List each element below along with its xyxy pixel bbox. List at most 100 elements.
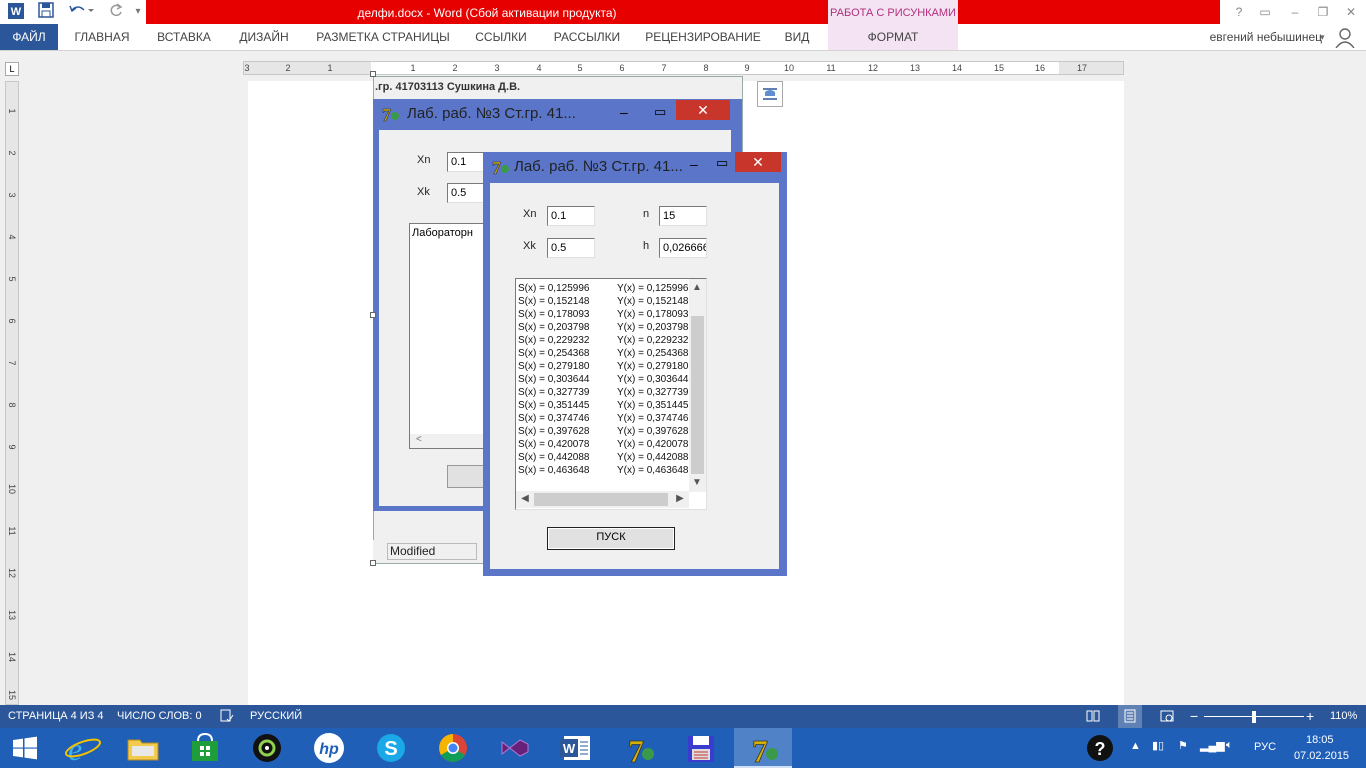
h-field[interactable]: 0,0266666666666667 — [659, 238, 707, 258]
hp-icon[interactable]: hp — [300, 728, 358, 768]
tab-page-layout[interactable]: РАЗМЕТКА СТРАНИЦЫ — [308, 24, 458, 50]
s-value: S(x) = 0,254368 — [518, 348, 590, 359]
proofing-icon[interactable] — [220, 705, 234, 728]
minimize-icon[interactable]: – — [1282, 2, 1308, 22]
back-memo[interactable]: Лабораторн < — [409, 223, 485, 449]
zoom-level[interactable]: 110% — [1330, 705, 1357, 728]
print-layout-icon[interactable] — [1118, 705, 1142, 728]
windows-store-icon[interactable] — [176, 728, 234, 768]
xn-field[interactable]: 0.1 — [547, 206, 595, 226]
zoom-slider-thumb[interactable] — [1252, 711, 1256, 723]
back-xn-field[interactable]: 0.1 — [447, 152, 487, 172]
scroll-down-icon[interactable]: ▼ — [690, 476, 704, 490]
scroll-up-icon[interactable]: ▲ — [690, 281, 704, 295]
help-tray-icon[interactable]: ? — [1086, 734, 1114, 762]
memo-row: S(x) = 0,327739 Y(x) = 0,327739 — [518, 386, 690, 399]
results-memo[interactable]: S(x) = 0,125996 Y(x) = 0,125996 S(x) = 0,… — [515, 278, 707, 510]
customize-qat-icon[interactable]: ▾ — [128, 2, 148, 22]
back-memo-hscroll[interactable]: < — [410, 434, 484, 448]
tab-design[interactable]: ДИЗАЙН — [228, 24, 300, 50]
scroll-left-icon[interactable]: ◀ — [518, 492, 532, 506]
y-value: Y(x) = 0,279180 — [617, 361, 689, 372]
save-disk-taskbar-icon[interactable] — [672, 728, 730, 768]
tab-references[interactable]: ССЫЛКИ — [468, 24, 534, 50]
tab-mailings[interactable]: РАССЫЛКИ — [546, 24, 628, 50]
ruler-number: 5 — [577, 63, 583, 73]
start-button[interactable] — [0, 728, 50, 768]
zoom-in-button[interactable]: + — [1306, 705, 1314, 728]
word-taskbar-icon[interactable]: W — [548, 728, 606, 768]
file-explorer-icon[interactable] — [114, 728, 172, 768]
zoom-out-button[interactable]: − — [1190, 705, 1198, 728]
redo-icon[interactable] — [106, 2, 126, 22]
back-close-button[interactable]: ✕ — [676, 100, 730, 120]
user-dropdown-icon[interactable]: ▾ — [1320, 32, 1325, 43]
ribbon-display-options-icon[interactable]: ▭ — [1252, 2, 1278, 22]
front-close-button[interactable]: ✕ — [735, 152, 781, 172]
show-hidden-icons-icon[interactable]: ▲ — [1130, 740, 1141, 752]
read-mode-icon[interactable] — [1086, 705, 1100, 728]
tab-home[interactable]: ГЛАВНАЯ — [66, 24, 138, 50]
memo-row: S(x) = 0,203798 Y(x) = 0,203798 — [518, 321, 690, 334]
h-label: h — [643, 240, 650, 252]
y-value: Y(x) = 0,178093 — [617, 309, 689, 320]
ruler-number: 9 — [7, 444, 17, 450]
resize-handle[interactable] — [370, 312, 376, 318]
resize-handle[interactable] — [370, 71, 376, 77]
restore-icon[interactable]: ❐ — [1310, 2, 1336, 22]
help-icon[interactable]: ? — [1226, 2, 1252, 22]
tab-file[interactable]: ФАЙЛ — [0, 24, 58, 50]
close-icon[interactable]: ✕ — [1338, 2, 1364, 22]
s-value: S(x) = 0,279180 — [518, 361, 590, 372]
back-maximize-icon[interactable]: ▭ — [654, 104, 666, 120]
user-name[interactable]: евгений небышинец — [1210, 24, 1322, 50]
memo-vertical-thumb[interactable] — [691, 316, 704, 474]
clock-time[interactable]: 18:05 — [1306, 734, 1334, 746]
run-button[interactable]: ПУСК — [547, 527, 675, 550]
memo-horizontal-thumb[interactable] — [534, 493, 668, 506]
save-icon[interactable] — [36, 2, 56, 22]
layout-options-icon[interactable] — [757, 81, 783, 107]
word-count[interactable]: ЧИСЛО СЛОВ: 0 — [117, 705, 202, 728]
internet-explorer-icon[interactable]: e — [54, 728, 112, 768]
front-minimize-icon[interactable]: – — [690, 156, 698, 172]
chrome-icon[interactable] — [424, 728, 482, 768]
tab-selector[interactable]: L — [5, 62, 19, 76]
vertical-ruler[interactable]: 1 2 3 4 5 6 7 8 9 10 11 12 13 14 15 — [5, 81, 19, 705]
language-status[interactable]: РУССКИЙ — [250, 705, 302, 728]
delphi-app-taskbar-icon[interactable]: 7 — [734, 728, 792, 768]
y-value: Y(x) = 0,397628 — [617, 426, 689, 437]
undo-icon[interactable] — [66, 2, 96, 22]
page-count[interactable]: СТРАНИЦА 4 ИЗ 4 — [8, 705, 104, 728]
back-run-button[interactable] — [447, 465, 487, 488]
network-icon[interactable]: ▂▄▆ — [1200, 739, 1225, 752]
xk-field[interactable]: 0.5 — [547, 238, 595, 258]
clock-date[interactable]: 07.02.2015 — [1294, 750, 1349, 762]
back-xk-label: Xk — [417, 186, 430, 198]
skype-icon[interactable]: S — [362, 728, 420, 768]
volume-icon[interactable]: 🔈︎ — [1226, 739, 1233, 752]
tab-review[interactable]: РЕЦЕНЗИРОВАНИЕ — [640, 24, 766, 50]
action-center-icon[interactable]: ⚑ — [1178, 739, 1188, 752]
back-minimize-icon[interactable]: – — [620, 104, 628, 120]
media-player-icon[interactable] — [238, 728, 296, 768]
n-field[interactable]: 15 — [659, 206, 707, 226]
delphi-taskbar-icon[interactable]: 7 — [610, 728, 668, 768]
scroll-right-icon[interactable]: ▶ — [673, 492, 687, 506]
resize-handle[interactable] — [370, 560, 376, 566]
visual-studio-icon[interactable] — [486, 728, 544, 768]
ruler-number: 13 — [7, 609, 17, 620]
back-xk-field[interactable]: 0.5 — [447, 183, 487, 203]
delphi-app-icon: 7 — [490, 157, 512, 178]
word-app-icon[interactable]: W — [6, 2, 26, 22]
input-language[interactable]: РУС — [1254, 741, 1276, 753]
user-avatar[interactable] — [1334, 26, 1356, 49]
power-icon[interactable]: ▮▯ — [1152, 739, 1164, 752]
tab-format[interactable]: ФОРМАТ — [828, 24, 958, 50]
tab-view[interactable]: ВИД — [776, 24, 818, 50]
ruler-number: 3 — [494, 63, 500, 73]
y-value: Y(x) = 0,463648 — [617, 465, 689, 476]
web-layout-icon[interactable] — [1160, 705, 1174, 728]
tab-insert[interactable]: ВСТАВКА — [148, 24, 220, 50]
front-maximize-icon[interactable]: ▭ — [716, 155, 728, 171]
